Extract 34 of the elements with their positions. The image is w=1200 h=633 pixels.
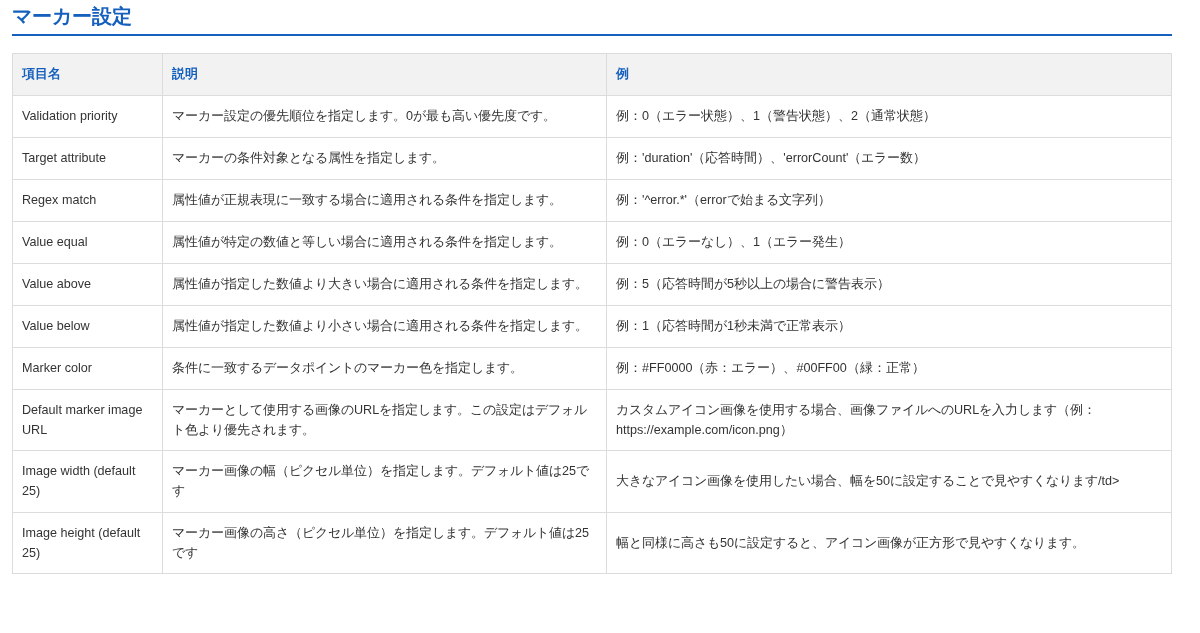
table-cell: Image width (default 25) [12, 450, 163, 513]
table-cell: 例：'^error.*'（errorで始まる文字列） [606, 179, 1172, 222]
table-cell: 条件に一致するデータポイントのマーカー色を指定します。 [162, 347, 607, 390]
table-cell: 属性値が正規表現に一致する場合に適用される条件を指定します。 [162, 179, 607, 222]
table-cell: Regex match [12, 179, 163, 222]
table-cell: マーカーの条件対象となる属性を指定します。 [162, 137, 607, 180]
column-header: 例 [606, 53, 1172, 96]
table-cell: 属性値が指定した数値より小さい場合に適用される条件を指定します。 [162, 305, 607, 348]
table-cell: Default marker image URL [12, 389, 163, 451]
table-cell: 例：0（エラー状態）、1（警告状態）、2（通常状態） [606, 95, 1172, 138]
table-cell: 例：#FF0000（赤：エラー）、#00FF00（緑：正常） [606, 347, 1172, 390]
table-cell: Validation priority [12, 95, 163, 138]
table-cell: Image height (default 25) [12, 512, 163, 574]
table-cell: マーカーとして使用する画像のURLを指定します。この設定はデフォルト色より優先されます。 [162, 389, 607, 451]
table-cell: マーカー画像の幅（ピクセル単位）を指定します。デフォルト値は25です [162, 450, 607, 513]
table-cell: 例：1（応答時間が1秒未満で正常表示） [606, 305, 1172, 348]
table-cell: Value below [12, 305, 163, 348]
table-cell: マーカー画像の高さ（ピクセル単位）を指定します。デフォルト値は25です [162, 512, 607, 574]
page-heading: マーカー設定 [12, 4, 1172, 36]
column-header: 説明 [162, 53, 607, 96]
table-cell: マーカー設定の優先順位を指定します。0が最も高い優先度です。 [162, 95, 607, 138]
table-cell: 例：5（応答時間が5秒以上の場合に警告表示） [606, 263, 1172, 306]
table-cell: 属性値が特定の数値と等しい場合に適用される条件を指定します。 [162, 221, 607, 264]
table-cell: Marker color [12, 347, 163, 390]
table-cell: 属性値が指定した数値より大きい場合に適用される条件を指定します。 [162, 263, 607, 306]
table-cell: Value above [12, 263, 163, 306]
table-cell: 幅と同様に高さも50に設定すると、アイコン画像が正方形で見やすくなります。 [606, 512, 1172, 574]
table-cell: 大きなアイコン画像を使用したい場合、幅を50に設定することで見やすくなります/td> [606, 450, 1172, 513]
table-cell: 例：'duration'（応答時間）、'errorCount'（エラー数） [606, 137, 1172, 180]
column-header: 項目名 [12, 53, 163, 96]
table-cell: Target attribute [12, 137, 163, 180]
table-cell: 例：0（エラーなし）、1（エラー発生） [606, 221, 1172, 264]
table-cell: カスタムアイコン画像を使用する場合、画像ファイルへのURLを入力します（例：https://example.com/icon.png） [606, 389, 1172, 451]
table-cell: Value equal [12, 221, 163, 264]
